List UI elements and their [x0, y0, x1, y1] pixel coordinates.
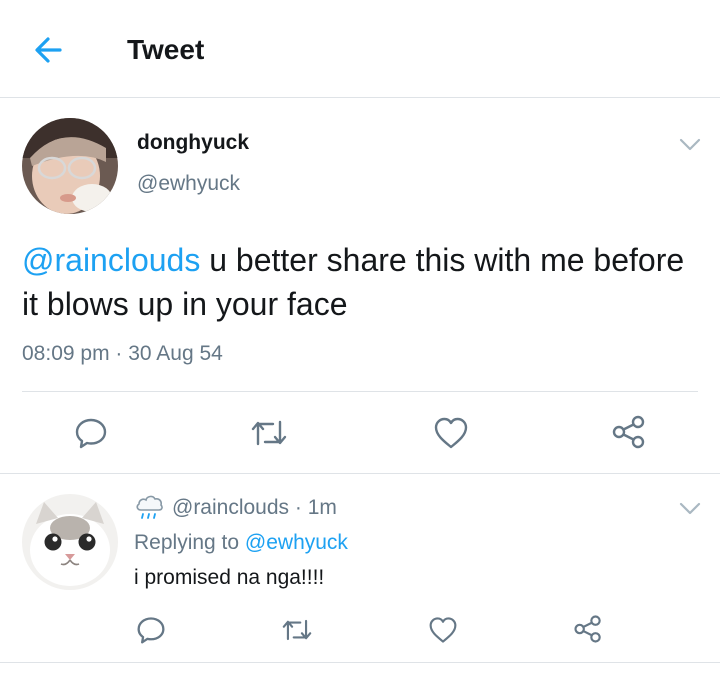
retweet-icon: [251, 420, 287, 446]
tweet-text: @rainclouds u better share this with me …: [22, 238, 702, 326]
reply-time: · 1m: [294, 496, 337, 519]
avatar[interactable]: [22, 118, 118, 214]
divider: [0, 473, 720, 474]
replying-prefix: Replying to: [134, 531, 240, 554]
mention-link[interactable]: @rainclouds: [22, 242, 200, 278]
reply-retweet-button[interactable]: [280, 616, 314, 649]
reply-handle[interactable]: @rainclouds: [172, 496, 289, 520]
replying-to-link[interactable]: @ewhyuck: [245, 531, 348, 554]
retweet-icon: [282, 619, 312, 641]
tweet-timestamp: 08:09 pm · 30 Aug 54: [22, 342, 223, 366]
reply-button[interactable]: [74, 416, 108, 455]
reply-icon: [137, 617, 165, 644]
share-button[interactable]: [611, 414, 647, 455]
divider: [0, 662, 720, 663]
divider: [22, 391, 698, 392]
heart-icon: [429, 617, 457, 643]
chevron-down-icon: [679, 138, 701, 151]
tweet-options-button[interactable]: [679, 138, 701, 152]
top-bar: Tweet: [0, 0, 720, 98]
reply-text: i promised na nga!!!!: [134, 566, 325, 589]
meta-separator: ·: [115, 342, 123, 365]
retweet-button[interactable]: [249, 416, 289, 455]
back-button[interactable]: [30, 32, 70, 68]
arrow-left-icon: [35, 37, 62, 63]
tweet-time: 08:09 pm: [22, 342, 110, 365]
share-icon: [612, 415, 645, 449]
chevron-down-icon: [679, 502, 701, 515]
user-handle[interactable]: @ewhyuck: [137, 172, 240, 196]
rain-cloud-icon: [136, 495, 163, 519]
reply-share-button[interactable]: [573, 614, 603, 649]
reply-header: @rainclouds · 1m: [134, 494, 337, 522]
reply-like-button[interactable]: [428, 616, 458, 649]
share-icon: [574, 615, 601, 643]
tweet-date: 30 Aug 54: [128, 342, 223, 365]
reply-reply-button[interactable]: [136, 615, 166, 650]
display-name[interactable]: donghyuck: [137, 131, 249, 155]
like-button[interactable]: [433, 416, 469, 455]
replying-to: Replying to @ewhyuck: [134, 531, 348, 555]
heart-icon: [434, 417, 468, 449]
reply-avatar[interactable]: [22, 494, 118, 590]
page-title: Tweet: [127, 34, 205, 65]
reply-icon: [75, 418, 107, 449]
reply-options-button[interactable]: [679, 502, 701, 516]
